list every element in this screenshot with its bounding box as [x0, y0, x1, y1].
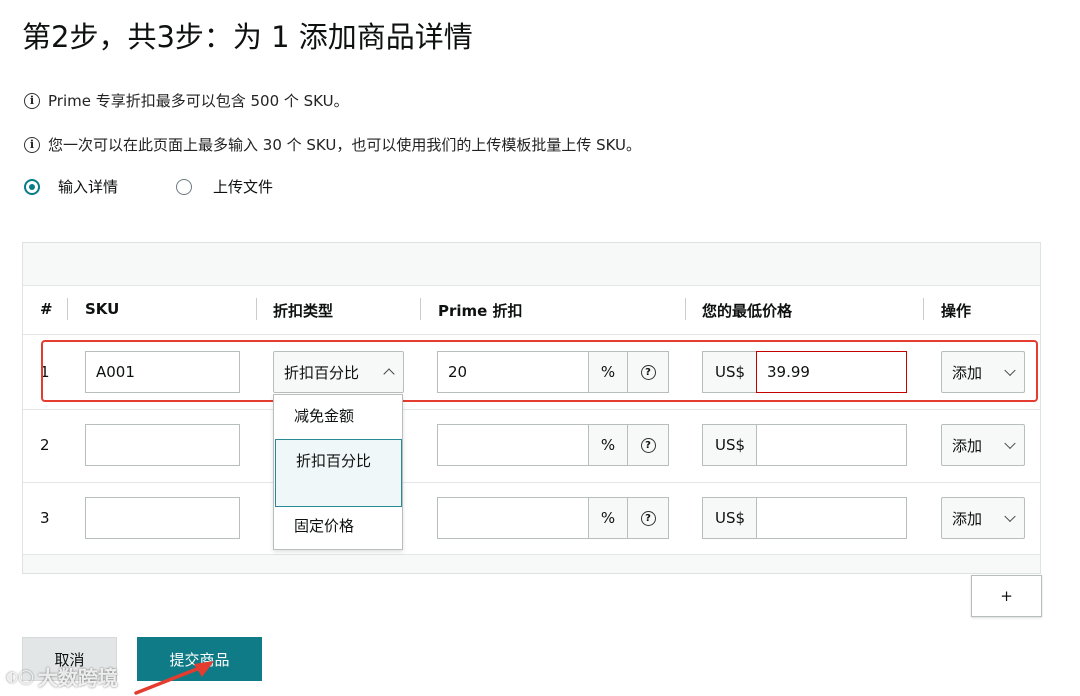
row-divider [23, 409, 1040, 410]
table-footer [23, 555, 1040, 573]
row-divider [23, 482, 1040, 483]
add-row-button[interactable]: + [971, 575, 1042, 617]
radio-label: 输入详情 [58, 178, 119, 196]
watermark: ◐◯ 大数跨境 [6, 662, 118, 691]
watermark-logo-icon: ◐◯ [6, 668, 34, 685]
header-divider [67, 298, 68, 320]
info-icon: i [24, 92, 40, 109]
info-icon: i [24, 136, 40, 153]
radio-enter-details[interactable]: 输入详情 [24, 176, 118, 197]
radio-selected-icon[interactable] [24, 178, 40, 195]
annotation-arrow-icon [134, 661, 214, 695]
sku-input[interactable] [85, 424, 240, 466]
annotation-highlight-box [41, 340, 1038, 402]
action-value: 添加 [952, 509, 983, 528]
input-mode-radio-group: 输入详情 上传文件 [24, 176, 273, 197]
sku-input[interactable] [85, 497, 240, 539]
radio-label: 上传文件 [213, 178, 274, 196]
dropdown-option-amount-off[interactable]: 减免金额 [274, 405, 402, 427]
discount-type-dropdown-menu: 减免金额 折扣百分比 固定价格 [273, 394, 403, 550]
row-number: 2 [40, 436, 50, 454]
help-button[interactable]: ? [627, 424, 669, 466]
action-value: 添加 [952, 436, 983, 455]
header-prime-discount: Prime 折扣 [438, 302, 523, 320]
header-discount-type: 折扣类型 [273, 302, 334, 320]
info-line-sku-limit: i Prime 专享折扣最多可以包含 500 个 SKU。 [24, 90, 349, 111]
chevron-down-icon [1004, 437, 1016, 450]
prime-discount-input[interactable] [437, 424, 589, 466]
info-text: 您一次可以在此页面上最多输入 30 个 SKU，也可以使用我们的上传模板批量上传… [48, 136, 642, 154]
dropdown-option-fixed-price[interactable]: 固定价格 [274, 515, 402, 537]
header-number: # [40, 300, 53, 318]
percent-addon: % [588, 497, 628, 539]
radio-unselected-icon[interactable] [176, 178, 193, 195]
watermark-text: 大数跨境 [37, 666, 118, 690]
table-header-row [23, 285, 1040, 335]
info-text: Prime 专享折扣最多可以包含 500 个 SKU。 [48, 92, 349, 110]
header-divider [420, 298, 421, 320]
header-action: 操作 [941, 302, 972, 320]
radio-upload-file[interactable]: 上传文件 [176, 176, 273, 197]
min-price-input[interactable] [756, 424, 907, 466]
chevron-down-icon [1004, 510, 1016, 523]
help-button[interactable]: ? [627, 497, 669, 539]
currency-addon: US$ [702, 497, 758, 539]
header-divider [923, 298, 924, 320]
action-select[interactable]: 添加 [941, 424, 1025, 466]
info-line-bulk-upload: i 您一次可以在此页面上最多输入 30 个 SKU，也可以使用我们的上传模板批量… [24, 134, 641, 155]
percent-addon: % [588, 424, 628, 466]
header-divider [685, 298, 686, 320]
question-icon: ? [640, 437, 656, 453]
header-sku: SKU [85, 300, 120, 318]
question-icon: ? [640, 510, 656, 526]
currency-addon: US$ [702, 424, 758, 466]
table-toolbar [23, 243, 1040, 285]
prime-discount-input[interactable] [437, 497, 589, 539]
page-title: 第2步，共3步：为 1 添加商品详情 [22, 20, 473, 54]
row-number: 3 [40, 509, 50, 527]
action-select[interactable]: 添加 [941, 497, 1025, 539]
min-price-input[interactable] [756, 497, 907, 539]
header-min-price: 您的最低价格 [702, 302, 793, 320]
dropdown-option-percent-off[interactable]: 折扣百分比 [275, 439, 402, 507]
header-divider [256, 298, 257, 320]
